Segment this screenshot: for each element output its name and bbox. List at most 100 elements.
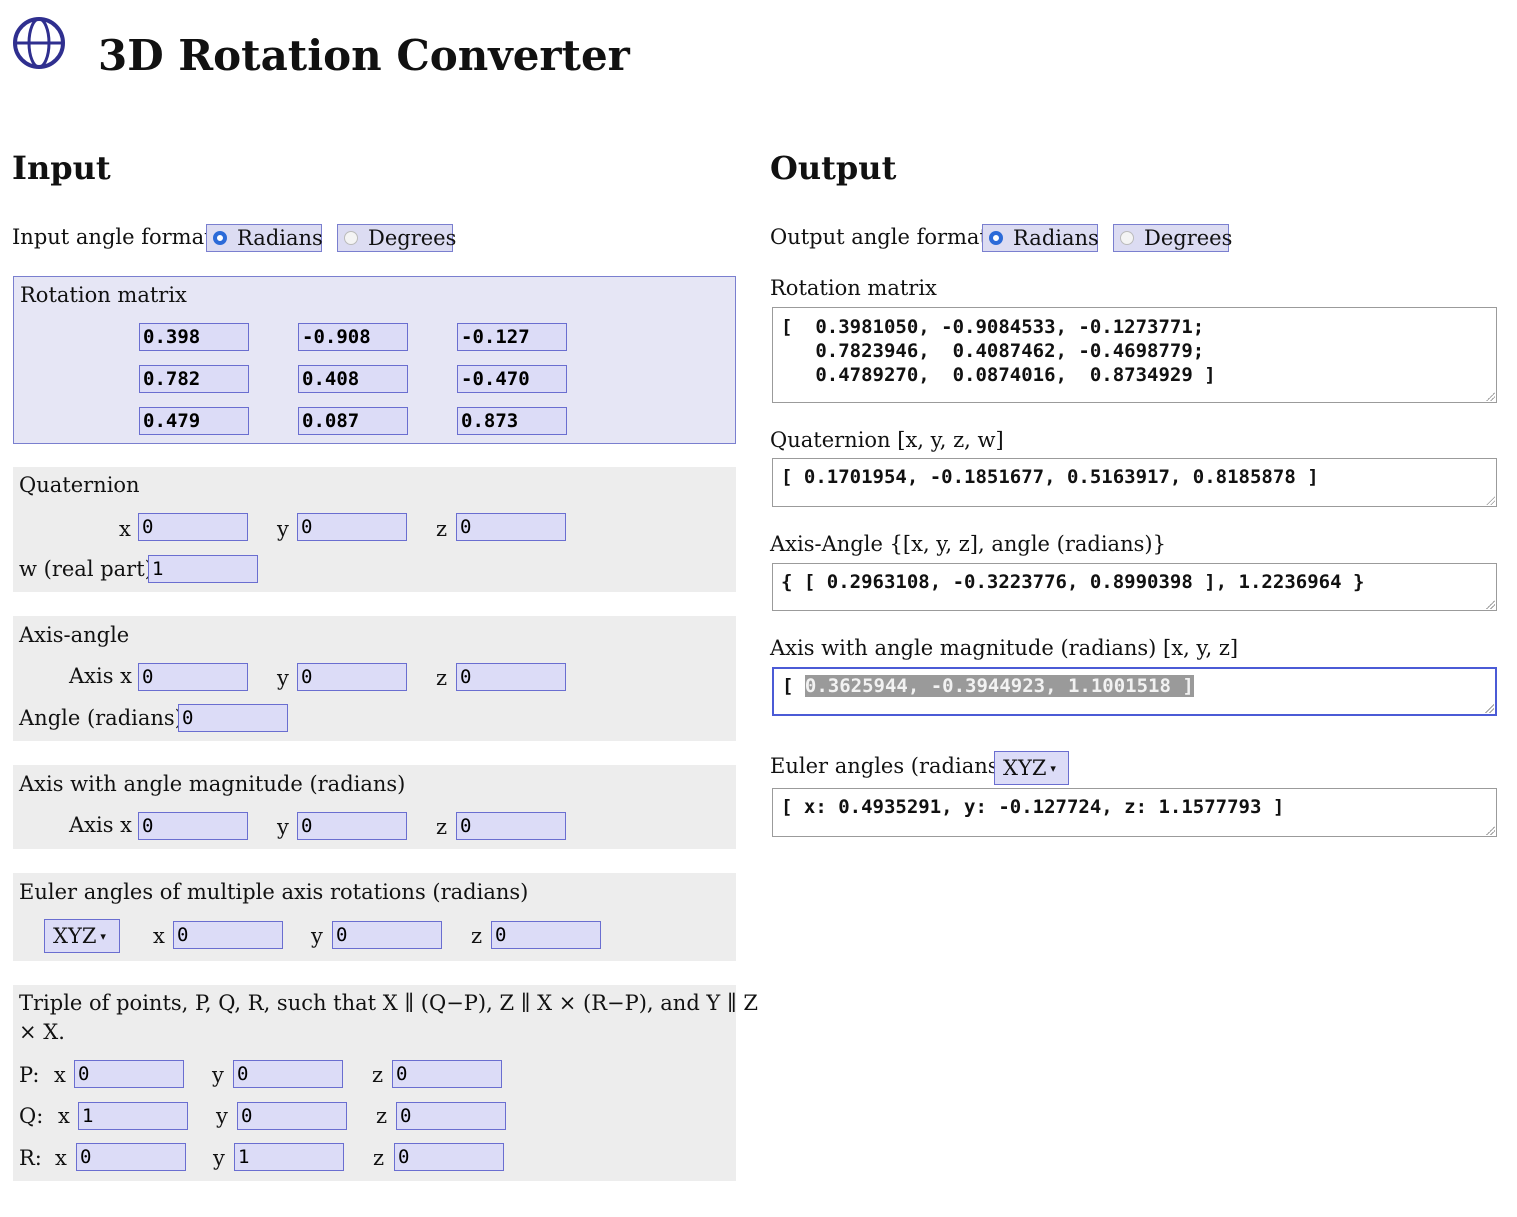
matrix-cell-r1c2[interactable]: -0.908 xyxy=(298,323,408,351)
globe-icon xyxy=(13,17,65,69)
point-p-x-input[interactable]: 0 xyxy=(74,1060,184,1088)
output-quaternion-label: Quaternion [x, y, z, w] xyxy=(770,428,1004,452)
matrix-cell-r3c2[interactable]: 0.087 xyxy=(298,407,408,435)
output-matrix-label: Rotation matrix xyxy=(770,276,937,300)
points-panel: Triple of points, P, Q, R, such that X ∥… xyxy=(13,985,758,1181)
axis-angle-panel: Axis-angle Axis x 0 y 0 z 0 Angle (radia… xyxy=(13,616,736,741)
axis-angle-y-label: y xyxy=(277,666,289,690)
quaternion-z-label: z xyxy=(436,517,448,541)
output-euler-textarea[interactable]: [ x: 0.4935291, y: -0.127724, z: 1.15777… xyxy=(772,788,1497,837)
resize-grip-icon[interactable] xyxy=(1484,703,1494,713)
output-euler-value: [ x: 0.4935291, y: -0.127724, z: 1.15777… xyxy=(781,796,1285,818)
radio-unselected-icon xyxy=(1120,231,1134,245)
axis-angle-z-label: z xyxy=(436,666,448,690)
axis-magnitude-y-input[interactable]: 0 xyxy=(297,812,407,840)
matrix-cell-r3c3[interactable]: 0.873 xyxy=(457,407,567,435)
points-label-line1: Triple of points, P, Q, R, such that X ∥… xyxy=(19,991,758,1015)
output-matrix-line: 0.4789270, 0.0874016, 0.8734929 ] xyxy=(781,364,1216,386)
output-axis-magnitude-prefix: [ xyxy=(782,675,805,697)
point-r-z-label: z xyxy=(373,1146,385,1170)
output-matrix-line: 0.7823946, 0.4087462, -0.4698779; xyxy=(781,340,1205,362)
matrix-cell-r2c2[interactable]: 0.408 xyxy=(298,365,408,393)
chevron-down-icon: ▾ xyxy=(1050,761,1056,775)
axis-magnitude-x-label: Axis x xyxy=(69,813,133,837)
matrix-cell-r2c3[interactable]: -0.470 xyxy=(457,365,567,393)
output-quaternion-textarea[interactable]: [ 0.1701954, -0.1851677, 0.5163917, 0.81… xyxy=(772,458,1497,507)
axis-magnitude-x-input[interactable]: 0 xyxy=(138,812,248,840)
point-p-y-input[interactable]: 0 xyxy=(233,1060,343,1088)
resize-grip-icon[interactable] xyxy=(1485,391,1495,401)
euler-x-label: x xyxy=(153,924,165,948)
output-axis-magnitude-textarea[interactable]: [ 0.3625944, -0.3944923, 1.1001518 ] xyxy=(772,667,1497,716)
quaternion-x-input[interactable]: 0 xyxy=(138,513,248,541)
point-p-z-input[interactable]: 0 xyxy=(392,1060,502,1088)
point-p-y-label: y xyxy=(212,1063,224,1087)
axis-angle-x-label: Axis x xyxy=(69,664,133,688)
point-q-label: Q: xyxy=(19,1104,44,1128)
output-axis-angle-value: { [ 0.2963108, -0.3223776, 0.8990398 ], … xyxy=(781,571,1365,593)
quaternion-w-input[interactable]: 1 xyxy=(148,555,258,583)
chevron-down-icon: ▾ xyxy=(100,929,106,943)
input-heading: Input xyxy=(12,149,111,187)
point-p-z-label: z xyxy=(372,1063,384,1087)
point-r-y-input[interactable]: 1 xyxy=(234,1143,344,1171)
point-r-x-input[interactable]: 0 xyxy=(76,1143,186,1171)
rotation-matrix-panel: Rotation matrix 0.398 -0.908 -0.127 0.78… xyxy=(13,276,736,444)
matrix-cell-r2c1[interactable]: 0.782 xyxy=(139,365,249,393)
axis-angle-z-input[interactable]: 0 xyxy=(456,663,566,691)
input-degrees-radio[interactable]: Degrees xyxy=(337,224,457,252)
output-quaternion-value: [ 0.1701954, -0.1851677, 0.5163917, 0.81… xyxy=(781,466,1319,488)
point-p-label: P: xyxy=(19,1063,40,1087)
input-radians-radio[interactable]: Radians xyxy=(206,224,323,252)
euler-y-input[interactable]: 0 xyxy=(332,921,442,949)
radio-selected-icon xyxy=(989,231,1003,245)
axis-angle-y-input[interactable]: 0 xyxy=(297,663,407,691)
axis-magnitude-label: Axis with angle magnitude (radians) xyxy=(19,772,406,796)
quaternion-label: Quaternion xyxy=(19,473,140,497)
point-q-y-input[interactable]: 0 xyxy=(237,1102,347,1130)
output-matrix-textarea[interactable]: [ 0.3981050, -0.9084533, -0.1273771; 0.7… xyxy=(772,307,1497,403)
output-matrix-line: [ 0.3981050, -0.9084533, -0.1273771; xyxy=(781,316,1205,338)
euler-z-input[interactable]: 0 xyxy=(491,921,601,949)
matrix-cell-r3c1[interactable]: 0.479 xyxy=(139,407,249,435)
axis-angle-angle-label: Angle (radians) xyxy=(19,706,183,730)
euler-label: Euler angles of multiple axis rotations … xyxy=(19,880,529,904)
axis-angle-x-input[interactable]: 0 xyxy=(138,663,248,691)
euler-order-select[interactable]: XYZ ▾ xyxy=(44,919,120,953)
quaternion-z-input[interactable]: 0 xyxy=(456,513,566,541)
axis-magnitude-y-label: y xyxy=(277,815,289,839)
output-format-label: Output angle format xyxy=(770,225,988,249)
resize-grip-icon[interactable] xyxy=(1485,495,1495,505)
output-euler-label: Euler angles (radians) xyxy=(770,754,1007,778)
radio-selected-icon xyxy=(213,231,227,245)
quaternion-y-input[interactable]: 0 xyxy=(297,513,407,541)
output-axis-magnitude-label: Axis with angle magnitude (radians) [x, … xyxy=(770,636,1239,660)
euler-order-value: XYZ xyxy=(53,924,97,948)
matrix-cell-r1c1[interactable]: 0.398 xyxy=(139,323,249,351)
point-r-label: R: xyxy=(19,1146,42,1170)
point-q-z-label: z xyxy=(376,1104,388,1128)
output-euler-order-select[interactable]: XYZ ▾ xyxy=(994,751,1069,785)
euler-z-label: z xyxy=(471,924,483,948)
quaternion-w-label: w (real part) xyxy=(19,557,153,581)
output-degrees-radio[interactable]: Degrees xyxy=(1113,224,1232,252)
radio-label: Degrees xyxy=(368,226,457,250)
matrix-cell-r1c3[interactable]: -0.127 xyxy=(457,323,567,351)
quaternion-x-label: x xyxy=(119,517,131,541)
axis-angle-angle-input[interactable]: 0 xyxy=(178,704,288,732)
point-q-z-input[interactable]: 0 xyxy=(396,1102,506,1130)
axis-magnitude-panel: Axis with angle magnitude (radians) Axis… xyxy=(13,765,736,849)
output-radians-radio[interactable]: Radians xyxy=(982,224,1099,252)
rotation-matrix-label: Rotation matrix xyxy=(20,283,187,307)
point-r-z-input[interactable]: 0 xyxy=(394,1143,504,1171)
output-axis-angle-textarea[interactable]: { [ 0.2963108, -0.3223776, 0.8990398 ], … xyxy=(772,563,1497,611)
euler-panel: Euler angles of multiple axis rotations … xyxy=(13,873,736,961)
selected-text: 0.3625944, -0.3944923, 1.1001518 ] xyxy=(804,675,1194,697)
resize-grip-icon[interactable] xyxy=(1485,599,1495,609)
axis-magnitude-z-input[interactable]: 0 xyxy=(456,812,566,840)
point-q-x-input[interactable]: 1 xyxy=(78,1102,188,1130)
euler-x-input[interactable]: 0 xyxy=(173,921,283,949)
quaternion-panel: Quaternion x 0 y 0 z 0 w (real part) 1 xyxy=(13,467,736,592)
resize-grip-icon[interactable] xyxy=(1485,825,1495,835)
point-q-x-label: x xyxy=(58,1104,70,1128)
